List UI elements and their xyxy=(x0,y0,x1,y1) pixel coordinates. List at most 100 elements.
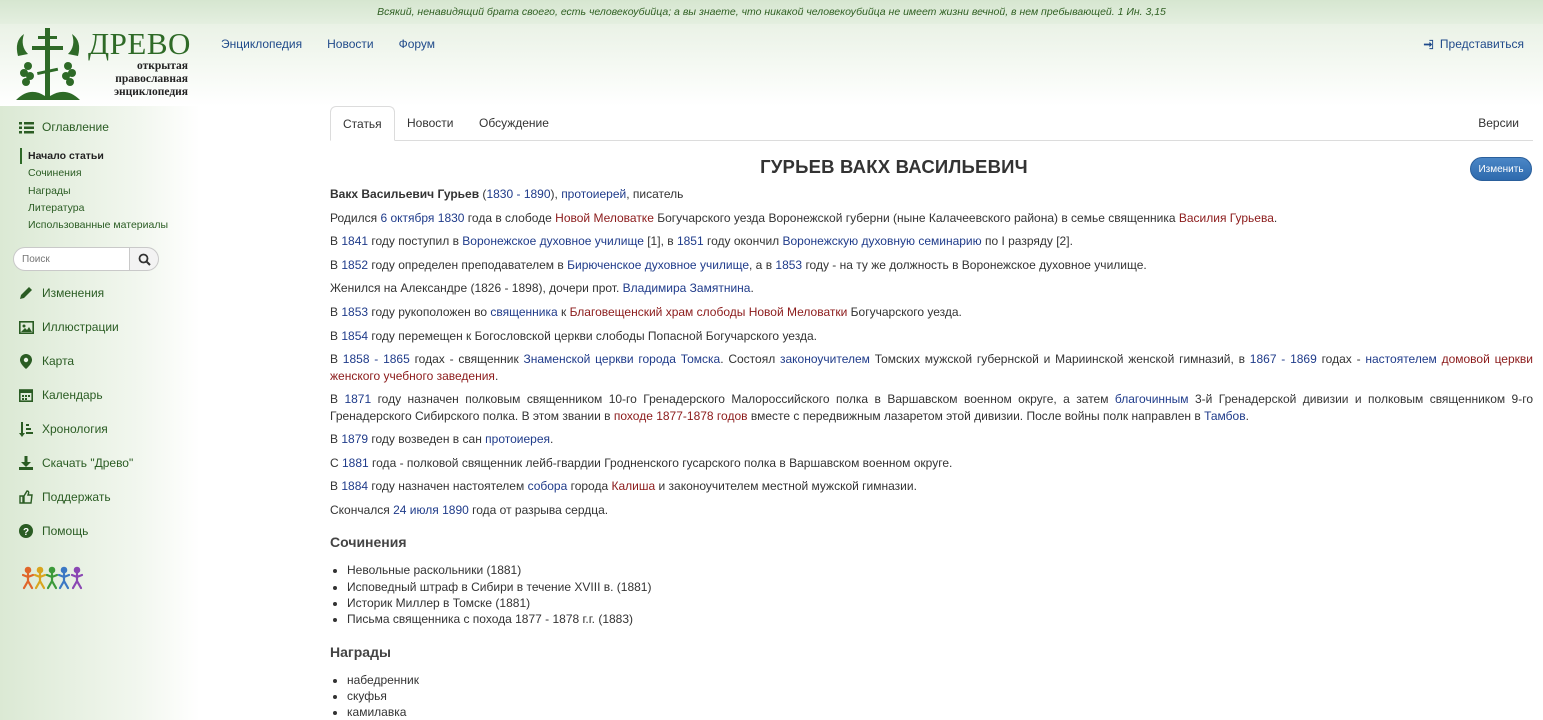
link[interactable]: 6 октября xyxy=(380,211,434,225)
link[interactable]: 1879 xyxy=(341,432,368,446)
link[interactable]: 1851 xyxy=(677,234,704,248)
sidebar-item-label: Иллюстрации xyxy=(42,320,119,334)
sidebar-item-support[interactable]: Поддержать xyxy=(18,489,111,505)
svg-text:?: ? xyxy=(23,527,29,538)
text: В xyxy=(330,328,342,343)
top-navigation: Энциклопедия Новости Форум xyxy=(221,37,460,51)
article-paragraph: С 1881 года - полковой священник лейб-гв… xyxy=(330,455,1533,471)
sidebar: Оглавление Начало статьи Сочинения Награ… xyxy=(0,106,200,720)
search-box xyxy=(13,247,159,271)
toc-item[interactable]: Награды xyxy=(28,183,168,200)
text: города xyxy=(567,479,612,494)
link[interactable]: 1884 xyxy=(341,479,368,493)
text: - xyxy=(1276,352,1291,367)
sidebar-item-changes[interactable]: Изменения xyxy=(18,285,104,301)
tab-news[interactable]: Новости xyxy=(395,106,465,141)
article-paragraph: В 1879 году возведен в сан протоиерея. xyxy=(330,431,1533,447)
tab-versions[interactable]: Версии xyxy=(1478,106,1519,141)
edit-button[interactable]: Изменить xyxy=(1470,157,1532,181)
link[interactable]: 1871 xyxy=(344,392,371,406)
text: В xyxy=(330,352,343,367)
nav-encyclopedia[interactable]: Энциклопедия xyxy=(221,37,302,51)
link[interactable]: 1841 xyxy=(341,234,368,248)
link[interactable]: 1867 xyxy=(1250,352,1277,366)
link[interactable]: протоиерея xyxy=(485,432,550,446)
login-label: Представиться xyxy=(1439,37,1524,51)
text: годах - xyxy=(1316,352,1366,367)
link[interactable]: благочинным xyxy=(1115,392,1189,406)
search-input[interactable] xyxy=(13,247,130,271)
text: года - полковой священник лейб-гвардии Г… xyxy=(368,455,953,470)
text: году назначен полковым священником 10-го… xyxy=(371,392,1115,407)
link[interactable]: настоятелем xyxy=(1365,352,1436,366)
text: С xyxy=(330,455,342,470)
link[interactable]: 1830 xyxy=(486,187,513,201)
orthodox-cross-logo-icon xyxy=(16,28,80,100)
daily-quote: Всякий, ненавидящий брата своего, есть ч… xyxy=(0,0,1543,24)
link[interactable]: Новой Меловатки xyxy=(749,305,848,319)
sidebar-contents-label: Оглавление xyxy=(42,120,109,134)
text: по I разряду [2]. xyxy=(981,234,1073,249)
page-title: ГУРЬЕВ ВАКХ ВАСИЛЬЕВИЧ xyxy=(760,156,1028,177)
link[interactable]: Воронежское духовное училище xyxy=(462,234,644,248)
toc-item[interactable]: Начало статьи xyxy=(28,148,168,165)
login-link[interactable]: Представиться xyxy=(1423,37,1524,51)
link[interactable]: Новой Меловатке xyxy=(555,211,654,225)
text: , а в xyxy=(749,257,776,272)
link[interactable]: 1881 xyxy=(342,456,369,470)
link[interactable]: 1865 xyxy=(383,352,410,366)
link[interactable]: священника xyxy=(490,305,557,319)
link[interactable]: Благовещенский храм слободы xyxy=(570,305,746,319)
link[interactable]: 1854 xyxy=(341,329,368,343)
sidebar-item-label: Поддержать xyxy=(42,490,111,504)
link[interactable]: Знаменской церкви города Томска xyxy=(524,352,721,366)
text: к xyxy=(557,304,570,319)
search-button[interactable] xyxy=(130,247,159,271)
sidebar-item-help[interactable]: ? Помощь xyxy=(18,523,88,539)
table-of-contents: Начало статьи Сочинения Награды Литерату… xyxy=(28,148,168,234)
question-circle-icon: ? xyxy=(18,523,34,539)
toc-item[interactable]: Литература xyxy=(28,200,168,217)
link[interactable]: 1890 xyxy=(524,187,551,201)
link[interactable]: 24 июля xyxy=(393,503,439,517)
link[interactable]: Василия Гурьева xyxy=(1179,211,1274,225)
link[interactable]: 1852 xyxy=(341,258,368,272)
link[interactable]: Владимира Замятнина xyxy=(623,281,751,295)
nav-forum[interactable]: Форум xyxy=(399,37,435,51)
person-name: Вакх Васильевич Гурьев xyxy=(330,187,480,201)
link[interactable]: Воронежскую духовную семинарию xyxy=(783,234,982,248)
link[interactable]: 1890 xyxy=(442,503,469,517)
site-logo[interactable]: ДРЕВО открытая православная энциклопедия xyxy=(10,26,190,104)
tab-discussion[interactable]: Обсуждение xyxy=(467,106,561,141)
works-list: Невольные раскольники (1881) Исповедный … xyxy=(330,562,1533,627)
link[interactable]: собора xyxy=(528,479,568,493)
link[interactable]: Калиша xyxy=(611,479,655,493)
toc-item[interactable]: Сочинения xyxy=(28,165,168,182)
sidebar-item-illustrations[interactable]: Иллюстрации xyxy=(18,319,119,335)
awards-list: набедренник скуфья камилавка xyxy=(330,672,1533,720)
sidebar-item-download[interactable]: Скачать "Древо" xyxy=(18,455,133,471)
toc-item[interactable]: Использованные материалы xyxy=(28,217,168,234)
link[interactable]: 1858 xyxy=(343,352,370,366)
sidebar-item-chronology[interactable]: Хронология xyxy=(18,421,108,437)
section-heading-awards: Награды xyxy=(330,643,391,660)
link[interactable]: 1853 xyxy=(341,305,368,319)
community-people-icon[interactable] xyxy=(22,566,86,590)
link[interactable]: законоучителем xyxy=(780,352,870,366)
tab-article[interactable]: Статья xyxy=(330,106,395,141)
sidebar-item-calendar[interactable]: Календарь xyxy=(18,387,103,403)
sidebar-contents[interactable]: Оглавление xyxy=(18,119,109,135)
link[interactable]: Тамбов xyxy=(1204,409,1246,423)
link[interactable]: 1853 xyxy=(775,258,802,272)
nav-news[interactable]: Новости xyxy=(327,37,373,51)
link[interactable]: походе 1877-1878 годов xyxy=(614,409,748,423)
text: В xyxy=(330,479,342,494)
article-paragraph: Женился на Александре (1826 - 1898), доч… xyxy=(330,280,1533,296)
article-paragraph: В 1853 году рукоположен во священника к … xyxy=(330,304,1533,320)
sidebar-item-map[interactable]: Карта xyxy=(18,353,74,369)
map-marker-icon xyxy=(18,353,34,369)
link[interactable]: Бирюченское духовное училище xyxy=(567,258,749,272)
link[interactable]: протоиерей xyxy=(561,187,626,201)
link[interactable]: 1830 xyxy=(438,211,465,225)
link[interactable]: 1869 xyxy=(1290,352,1317,366)
